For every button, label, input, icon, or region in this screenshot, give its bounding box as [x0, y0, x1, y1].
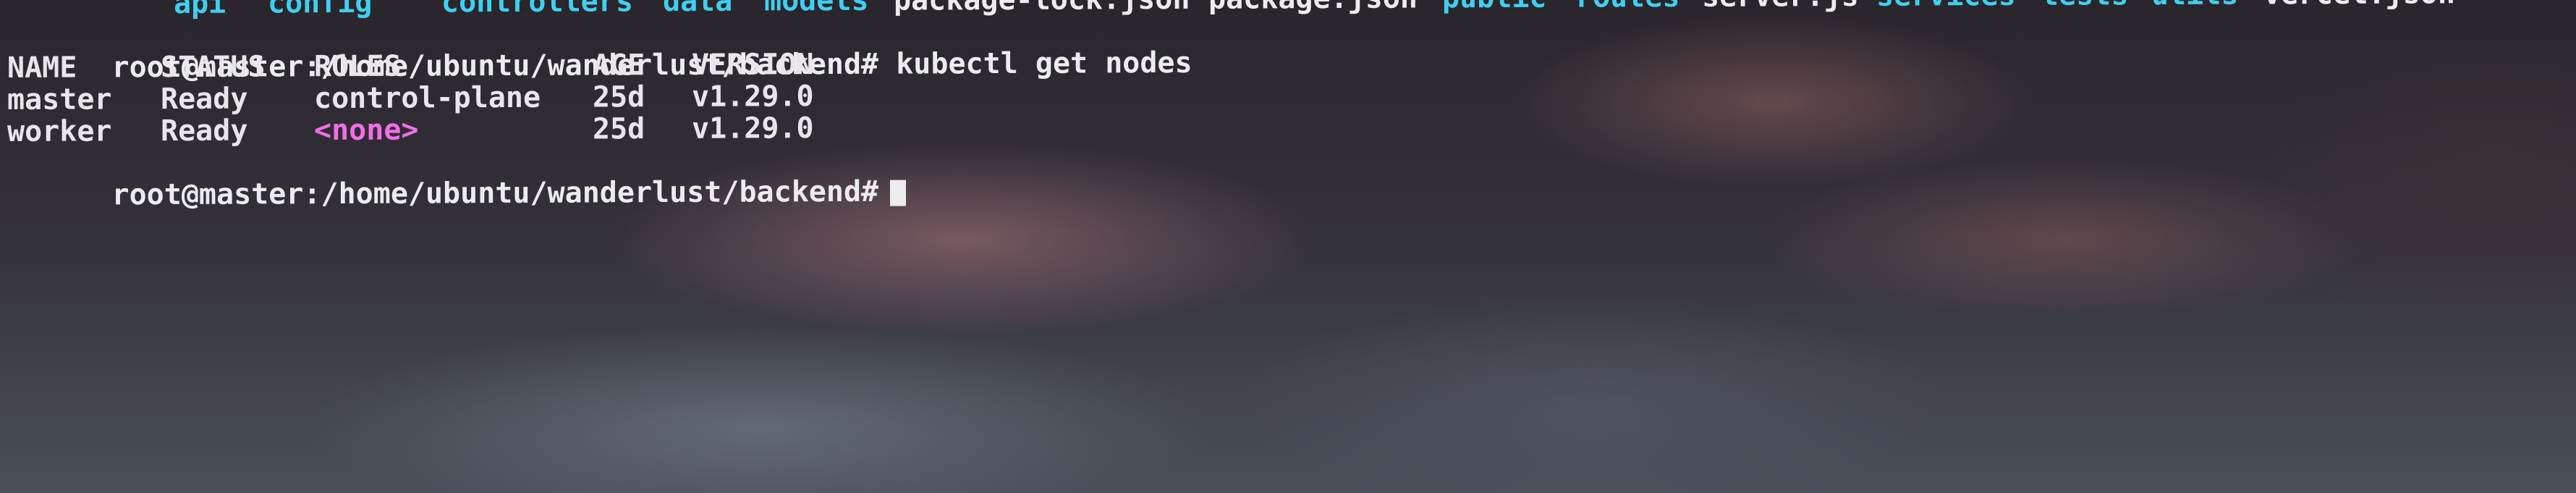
row-worker-name: worker [7, 114, 112, 148]
row-master-version: v1.29.0 [692, 80, 814, 114]
terminal-screen: api config controllers data models packa… [0, 0, 2576, 493]
current-prompt: root@master:/home/ubuntu/wanderlust/back… [111, 174, 879, 212]
ls-item-config: config [268, 0, 373, 20]
ls-item-vercel-json: vercel.json [2263, 0, 2455, 11]
row-worker-status: Ready [161, 114, 248, 148]
text-cursor[interactable] [890, 180, 907, 206]
ls-item-package-json: package.json [1208, 0, 1418, 16]
header-age: AGE [593, 49, 645, 83]
row-master-status: Ready [161, 82, 248, 117]
ls-item-controllers: controllers [441, 0, 633, 20]
ls-item-data: data [663, 0, 733, 19]
header-version: VERSION [692, 48, 814, 82]
row-worker-roles: <none> [314, 113, 419, 148]
row-master-roles: control-plane [314, 80, 541, 116]
ls-item-tests: tests [2041, 0, 2128, 12]
header-roles: ROLES [314, 49, 402, 84]
ls-item-utils: utils [2151, 0, 2238, 12]
ls-item-package-lock: package-lock.json [894, 0, 1190, 17]
ls-item-routes: routes [1575, 0, 1680, 14]
row-worker-version: v1.29.0 [692, 111, 814, 146]
ls-item-models: models [764, 0, 869, 18]
terminal-output[interactable]: api config controllers data models packa… [7, 0, 2569, 211]
ls-item-public: public [1442, 0, 1547, 14]
ls-item-services: services [1876, 0, 2016, 13]
header-status: STATUS [161, 50, 266, 85]
row-worker-age: 25d [593, 112, 645, 146]
ls-item-server-js: server.js [1702, 0, 1859, 14]
row-master-name: master [7, 83, 112, 117]
row-master-age: 25d [593, 80, 645, 114]
ls-item-api: api [174, 0, 226, 20]
header-name: NAME [7, 51, 77, 85]
